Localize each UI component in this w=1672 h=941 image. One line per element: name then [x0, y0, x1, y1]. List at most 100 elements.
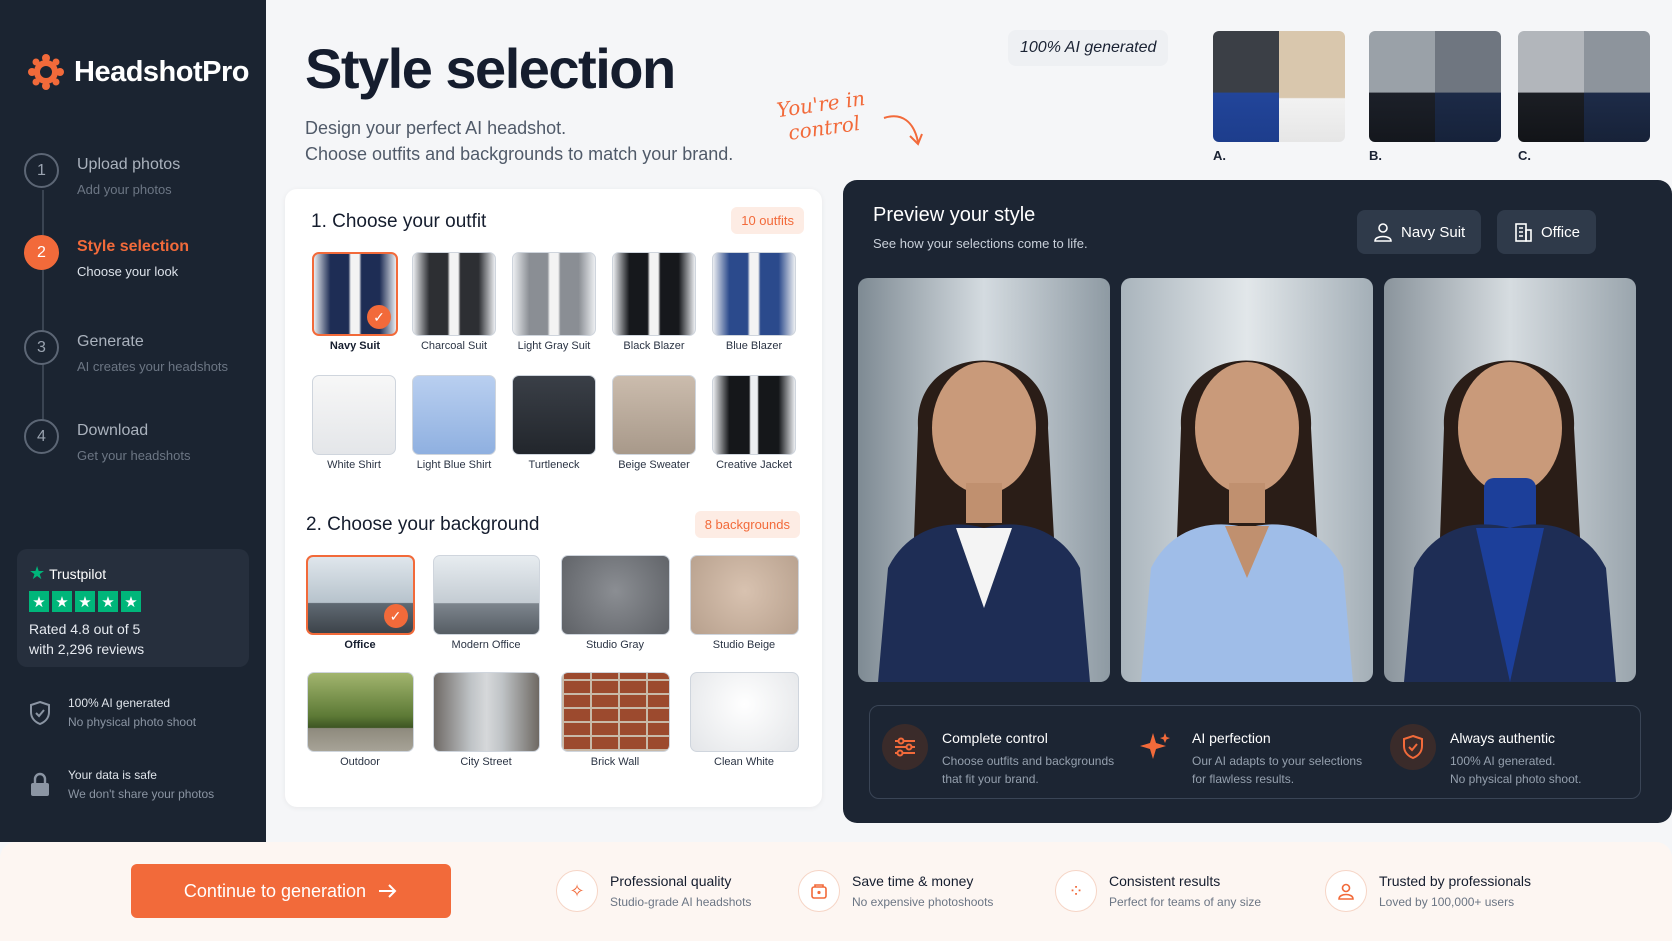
- subtitle-line: Design your perfect AI headshot.: [305, 118, 567, 138]
- background-clean-white[interactable]: Clean White: [689, 672, 799, 768]
- sample-pair-a[interactable]: [1213, 31, 1345, 142]
- background-label: Brick Wall: [590, 756, 640, 768]
- star-icon: ★: [98, 591, 118, 612]
- outfit-blue-blazer[interactable]: Blue Blazer: [711, 252, 797, 352]
- background-brick-wall[interactable]: Brick Wall: [560, 672, 670, 768]
- background-outdoor[interactable]: Outdoor: [305, 672, 415, 768]
- outfit-section-title: 1. Choose your outfit: [311, 211, 487, 232]
- curved-arrow-icon: [883, 115, 923, 146]
- wallet-icon: [798, 870, 840, 912]
- outfit-image: [612, 252, 696, 336]
- step-style-selection[interactable]: 2 Style selection Choose your look: [24, 235, 189, 279]
- brand-logo[interactable]: HeadshotPro: [28, 54, 249, 90]
- outfit-light-blue-shirt[interactable]: Light Blue Shirt: [411, 375, 497, 471]
- trustpilot-star-icon: ★: [29, 563, 46, 583]
- step-number: 3: [24, 330, 59, 365]
- step-download[interactable]: 4 Download Get your headshots: [24, 419, 190, 463]
- outfit-light-gray-suit[interactable]: Light Gray Suit: [511, 252, 597, 352]
- selected-background-chip[interactable]: Office: [1497, 210, 1596, 254]
- feature-desc: No physical photo shoot.: [1450, 772, 1582, 786]
- sample-photo: [1369, 31, 1435, 142]
- feature-subtitle: No physical photo shoot: [68, 715, 197, 729]
- handwritten-note: You're in control: [775, 86, 870, 146]
- sample-pair-c[interactable]: [1518, 31, 1650, 142]
- outfit-label: Turtleneck: [528, 459, 580, 471]
- step-number: 4: [24, 419, 59, 454]
- feature-always-authentic: Always authentic 100% AI generated. No ph…: [1390, 724, 1581, 788]
- background-office[interactable]: ✓ Office: [305, 555, 415, 651]
- outfit-count-badge: 10 outfits: [731, 207, 804, 234]
- background-image: [689, 555, 799, 635]
- feature-title: Always authentic: [1450, 730, 1556, 746]
- sample-pair-b[interactable]: [1369, 31, 1501, 142]
- outfit-beige-sweater[interactable]: Beige Sweater: [611, 375, 697, 471]
- benefit-subtitle: Perfect for teams of any size: [1109, 895, 1262, 909]
- rating-stars: ★ ★ ★ ★ ★: [29, 591, 237, 612]
- step-title: Style selection: [77, 238, 190, 255]
- selected-outfit-chip[interactable]: Navy Suit: [1357, 210, 1482, 254]
- outfit-label: Blue Blazer: [725, 340, 783, 352]
- background-label: City Street: [460, 756, 512, 768]
- step-upload-photos[interactable]: 1 Upload photos Add your photos: [24, 153, 180, 197]
- benefit-professional-quality: ✧ Professional quality Studio-grade AI h…: [556, 870, 751, 912]
- user-icon: [1374, 223, 1392, 242]
- trustpilot-name: Trustpilot: [49, 565, 107, 582]
- outfit-white-shirt[interactable]: White Shirt: [311, 375, 397, 471]
- headshotpro-logo-icon: [28, 54, 64, 90]
- sliders-icon: [882, 724, 928, 770]
- background-studio-gray[interactable]: Studio Gray: [560, 555, 670, 651]
- shield-check-icon: [1390, 724, 1436, 770]
- background-studio-beige[interactable]: Studio Beige: [689, 555, 799, 651]
- step-title: Download: [77, 422, 149, 439]
- magic-icon: ⁘: [1055, 870, 1097, 912]
- outfit-image: [712, 375, 796, 455]
- outfit-creative-jacket[interactable]: Creative Jacket: [711, 375, 797, 471]
- background-image: [560, 672, 670, 752]
- feature-desc: for flawless results.: [1192, 772, 1295, 786]
- page-title: Style selection: [305, 37, 676, 100]
- outfit-image: ✓: [312, 252, 398, 336]
- preview-image-2[interactable]: [1121, 278, 1373, 682]
- preview-features: Complete control Choose outfits and back…: [869, 705, 1641, 799]
- sparkle-icon: ✧: [556, 870, 598, 912]
- background-label: Office: [344, 639, 376, 651]
- side-feature-data: Your data is safe We don't share your ph…: [26, 768, 214, 801]
- user-icon: [1325, 870, 1367, 912]
- step-title: Upload photos: [77, 156, 181, 173]
- star-icon: ★: [75, 591, 95, 612]
- outfit-image: [612, 375, 696, 455]
- steps-connector: [42, 190, 44, 450]
- outfit-charcoal-suit[interactable]: Charcoal Suit: [411, 252, 497, 352]
- outfit-image: [312, 375, 396, 455]
- outfit-label: Creative Jacket: [716, 459, 792, 471]
- background-modern-office[interactable]: Modern Office: [432, 555, 540, 651]
- preview-portrait: [1384, 278, 1636, 682]
- reviews-count: with 2,296 reviews: [29, 641, 145, 657]
- feature-desc: Choose outfits and backgrounds: [942, 754, 1115, 768]
- outfit-navy-suit[interactable]: ✓ Navy Suit: [311, 252, 399, 352]
- check-icon: ✓: [383, 604, 408, 628]
- outfit-label: Beige Sweater: [618, 459, 690, 471]
- outfit-label: Navy Suit: [329, 340, 381, 352]
- background-image: [560, 555, 670, 635]
- outfit-image: [412, 375, 496, 455]
- outfit-image: [512, 252, 596, 336]
- benefit-title: Professional quality: [610, 873, 732, 889]
- outfit-black-blazer[interactable]: Black Blazer: [611, 252, 697, 352]
- preview-image-1[interactable]: [858, 278, 1110, 682]
- background-label: Clean White: [714, 756, 774, 768]
- star-icon: ★: [121, 591, 141, 612]
- page-subtitle: Design your perfect AI headshot. Choose …: [305, 115, 733, 167]
- step-generate[interactable]: 3 Generate AI creates your headshots: [24, 330, 228, 374]
- preview-image-3[interactable]: [1384, 278, 1636, 682]
- outfit-label: White Shirt: [327, 459, 381, 471]
- outfit-image: [712, 252, 796, 336]
- background-count-badge: 8 backgrounds: [694, 511, 800, 538]
- outfit-turtleneck[interactable]: Turtleneck: [511, 375, 597, 471]
- continue-button[interactable]: Continue to generation: [131, 864, 451, 918]
- background-city-street[interactable]: City Street: [432, 672, 540, 768]
- background-image: [432, 555, 540, 635]
- continue-button-label: Continue to generation: [183, 880, 367, 901]
- feature-ai-perfection: AI perfection Our AI adapts to your sele…: [1132, 724, 1362, 788]
- app-root: HeadshotPro 1 Upload photos Add your pho…: [0, 0, 1672, 941]
